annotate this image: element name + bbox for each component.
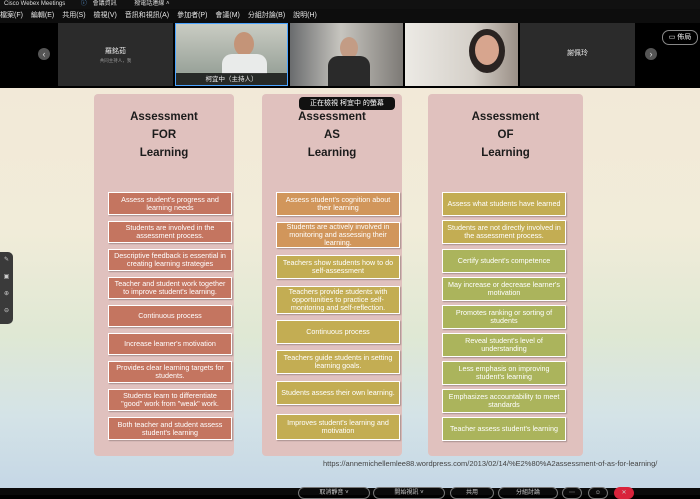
participant-name: 羅銘茹 [105, 48, 126, 55]
menu-share[interactable]: 共用(S) [62, 12, 85, 19]
annotation-toolbar: ✎ ▣ ⊕ ⊖ [0, 252, 13, 324]
slide-box: Assess student's progress and learning n… [108, 192, 232, 215]
column-as-learning: Assessment AS Learning Assess student's … [262, 94, 402, 456]
slide-box: Both teacher and student assess student'… [108, 417, 232, 440]
host-face [234, 32, 254, 56]
slide-box: May increase or decrease learner's motiv… [442, 277, 566, 301]
title-line: Assessment [130, 111, 198, 123]
column-title: Assessment AS Learning [262, 108, 402, 162]
title-line: Learning [139, 147, 189, 159]
app-title: Cisco Webex Meetings [4, 1, 66, 7]
title-line: OF [497, 129, 514, 141]
participant-name: 謝佩玲 [567, 50, 588, 57]
slide-box: Students learn to differentiate "good" w… [108, 389, 232, 411]
menu-bar: 檔案(F) 編輯(E) 共用(S) 檢視(V) 音訊和視訊(A) 參加者(P) … [0, 9, 700, 23]
slide-box: Certify student's competence [442, 249, 566, 273]
slide-box: Teacher and student work together to imp… [108, 277, 232, 299]
menu-participants[interactable]: 參加者(P) [177, 12, 207, 19]
video-tile-host[interactable]: 柯宜中（主持人） [175, 23, 288, 86]
slide-box: Teachers show students how to do self-as… [276, 255, 400, 279]
scroll-left-icon[interactable]: ‹ [38, 48, 50, 60]
slide-box: Students are not directly involved in th… [442, 220, 566, 244]
column-for-learning: Assessment FOR Learning Assess student's… [94, 94, 234, 456]
connection-status[interactable]: 撥電話連線 ˄ [134, 1, 169, 7]
title-line: FOR [151, 129, 177, 141]
layout-button[interactable]: ▭ 佈局 [662, 30, 698, 45]
title-line: Assessment [471, 111, 540, 123]
column-title: Assessment FOR Learning [94, 108, 234, 162]
column-of-learning: Assessment OF Learning Assess what stude… [428, 94, 583, 456]
zoom-out-icon[interactable]: ⊖ [0, 303, 13, 320]
reactions-icon[interactable]: ☺ [588, 487, 608, 499]
unmute-button[interactable]: 取消靜音 ˅ [298, 487, 370, 499]
menu-meeting[interactable]: 會議(M) [215, 12, 240, 19]
host-name: 柯宜中（主持人） [205, 76, 258, 83]
host-shirt [222, 54, 267, 74]
participant-clothes [328, 56, 370, 86]
slide-box: Continuous process [276, 320, 400, 344]
slide-box: Assess what students have learned [442, 192, 566, 216]
info-icon[interactable]: ⓘ [81, 1, 87, 7]
slide-box: Teachers guide students in setting learn… [276, 350, 400, 374]
menu-view[interactable]: 檢視(V) [94, 12, 117, 19]
slide-box: Students are involved in the assessment … [108, 221, 232, 243]
share-banner: 正在檢視 柯宜中 的螢幕 [299, 97, 395, 110]
title-line: Learning [481, 147, 530, 159]
menu-breakout[interactable]: 分組討論(B) [248, 12, 285, 19]
video-tile-3[interactable] [405, 23, 518, 86]
breakout-button[interactable]: 分組討論 [498, 487, 558, 499]
slide-box: Teacher assess student's learning [442, 417, 566, 441]
participant-face [475, 35, 499, 65]
title-line: AS [324, 129, 340, 141]
menu-audio-video[interactable]: 音訊和視訊(A) [125, 12, 169, 19]
menu-edit[interactable]: 編輯(E) [31, 12, 54, 19]
slide-box: Less emphasis on improving student's lea… [442, 361, 566, 385]
slide-box: Assess student's cognition about their l… [276, 192, 400, 216]
slide-box: Teachers provide students with opportuni… [276, 286, 400, 314]
slide-box: Increase learner's motivation [108, 333, 232, 355]
shared-screen: Assessment FOR Learning Assess student's… [0, 88, 700, 488]
more-options-icon[interactable]: ⋯ [562, 487, 582, 499]
slide-box: Descriptive feedback is essential in cre… [108, 249, 232, 271]
video-tile-2[interactable] [290, 23, 403, 86]
slide-box: Emphasizes accountability to meet standa… [442, 389, 566, 413]
remote-control-icon[interactable]: ▣ [0, 269, 13, 286]
video-tile-participant-5[interactable]: 謝佩玲 [520, 23, 635, 86]
start-video-button[interactable]: 開始視訊 ˅ [373, 487, 445, 499]
title-bar: Cisco Webex Meetings ⓘ 會議資訊 撥電話連線 ˄ [0, 0, 700, 9]
leave-meeting-icon[interactable]: ✕ [614, 487, 634, 499]
title-line: Learning [307, 147, 357, 159]
annotate-icon[interactable]: ✎ [0, 252, 13, 269]
slide-box: Students assess their own learning. [276, 381, 400, 405]
share-button[interactable]: 共用 [450, 487, 494, 499]
source-url: https://annemichellemlee88.wordpress.com… [323, 459, 658, 468]
slide-box: Provides clear learning targets for stud… [108, 361, 232, 383]
zoom-in-icon[interactable]: ⊕ [0, 286, 13, 303]
menu-file[interactable]: 檔案(F) [0, 12, 23, 19]
slide-box: Improves student's learning and motivati… [276, 414, 400, 440]
title-line: Assessment [298, 111, 366, 123]
scroll-right-icon[interactable]: › [645, 48, 657, 60]
video-tile-participant[interactable]: 羅銘茹 共同主持人，我 [58, 23, 173, 86]
meeting-info-link[interactable]: 會議資訊 [93, 1, 117, 7]
column-title: Assessment OF Learning [428, 108, 583, 162]
slide-box: Promotes ranking or sorting of students [442, 305, 566, 329]
slide-box: Reveal student's level of understanding [442, 333, 566, 357]
slide-box: Continuous process [108, 305, 232, 327]
participant-role: 共同主持人，我 [99, 58, 132, 63]
menu-help[interactable]: 說明(H) [293, 12, 317, 19]
slide-box: Students are actively involved in monito… [276, 222, 400, 248]
